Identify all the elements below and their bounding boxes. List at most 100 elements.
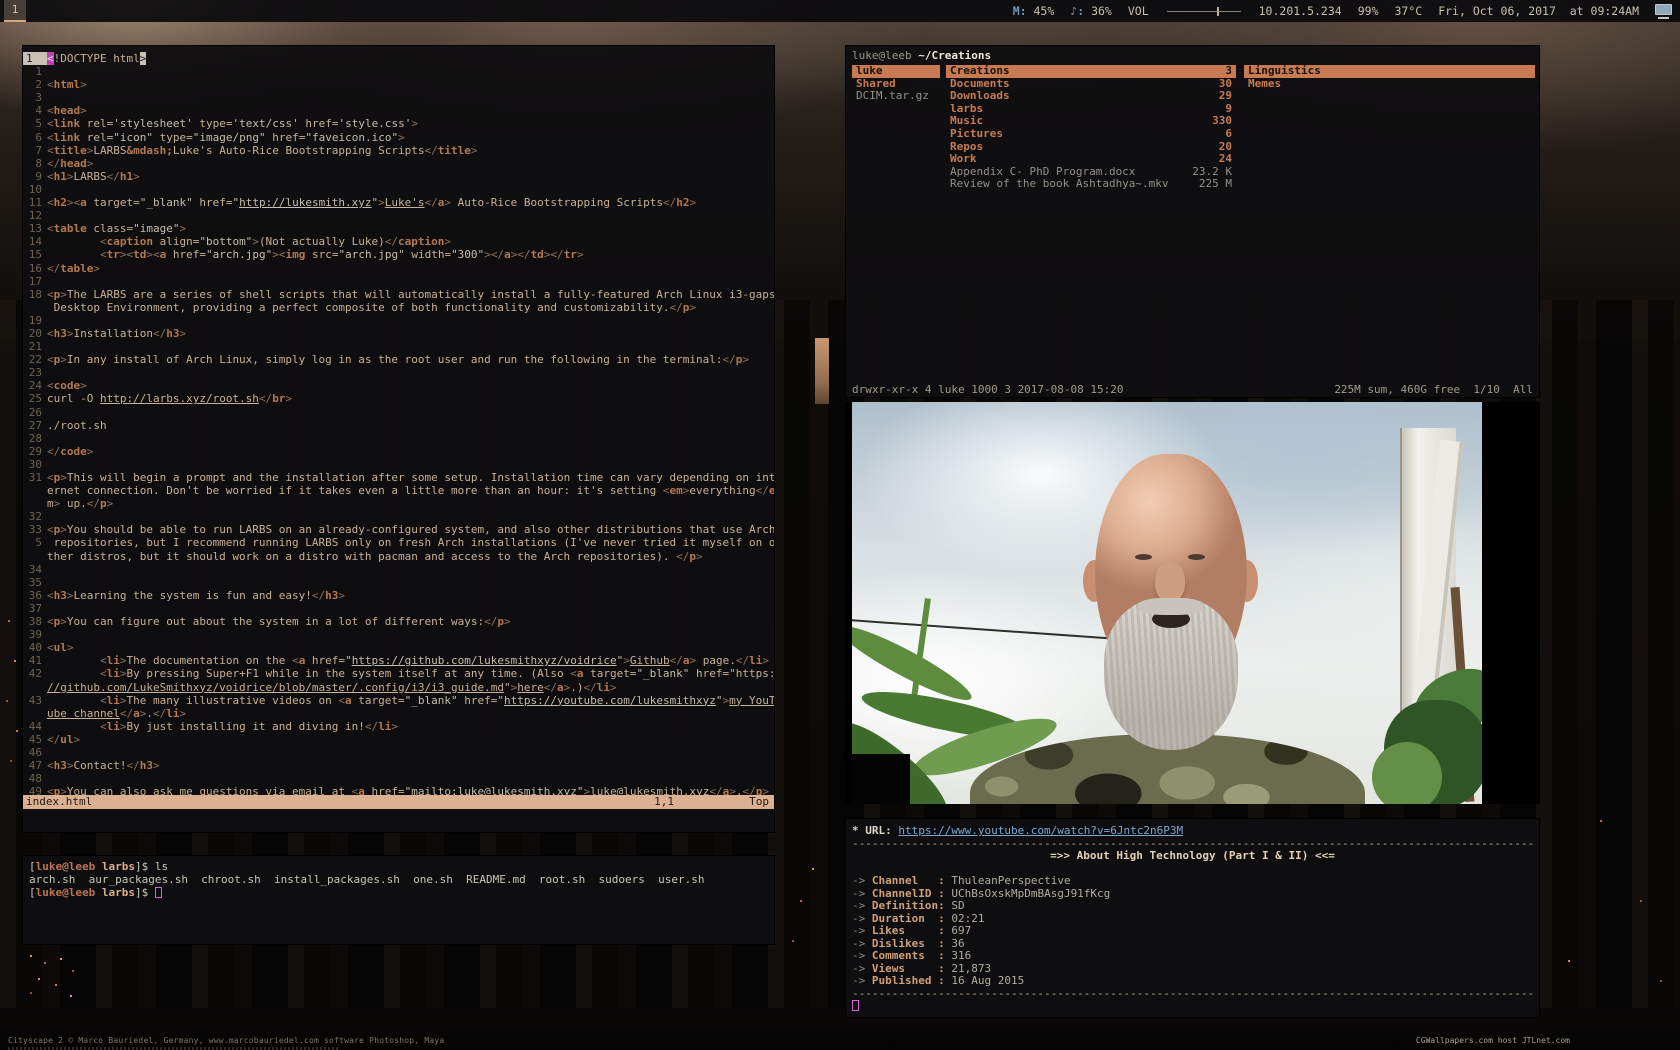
code-line[interactable]: 4<head>: [23, 104, 774, 117]
code-line[interactable]: 46: [23, 746, 774, 759]
code-line[interactable]: 31<p>This will begin a prompt and the in…: [23, 471, 774, 484]
shell-terminal[interactable]: [luke@leeb larbs]$ ls arch.sh aur_packag…: [22, 855, 775, 945]
code-line[interactable]: 9<h1>LARBS</h1>: [23, 170, 774, 183]
code-line[interactable]: ube channel</a>.</li>: [23, 707, 774, 720]
ranger-window[interactable]: luke@leeb ~/Creations lukeSharedDCIM.tar…: [845, 45, 1540, 398]
code-line[interactable]: 45</ul>: [23, 733, 774, 746]
code-line[interactable]: 25curl -O http://larbs.xyz/root.sh</br>: [23, 392, 774, 405]
code-line[interactable]: 23: [23, 366, 774, 379]
code-line[interactable]: 33<p>You should be able to run LARBS on …: [23, 523, 774, 536]
ranger-dir-row[interactable]: Work24: [946, 153, 1236, 166]
code-line[interactable]: 22<p>In any install of Arch Linux, simpl…: [23, 353, 774, 366]
code-line[interactable]: 1<!DOCTYPE html>: [23, 52, 774, 65]
line-number: 25: [23, 392, 47, 405]
entry-name: Work: [950, 153, 1219, 166]
workspace-indicator[interactable]: 1: [4, 0, 26, 22]
code-line[interactable]: 42 <li>By pressing Super+F1 while in the…: [23, 667, 774, 680]
video-url-link[interactable]: https://www.youtube.com/watch?v=6Jntc2n6…: [898, 825, 1183, 837]
ranger-file-row[interactable]: Review of the book Ashtadhya~.mkv225 M: [946, 178, 1236, 191]
code-line[interactable]: 38<p>You can figure out about the system…: [23, 615, 774, 628]
code-line[interactable]: m> up.</p>: [23, 497, 774, 510]
ranger-dir-row[interactable]: Memes: [1244, 78, 1535, 91]
wallpaper-building: [815, 338, 829, 404]
code-line[interactable]: 12: [23, 209, 774, 222]
code-line[interactable]: //github.com/LukeSmithxyz/voidrice/blob/…: [23, 681, 774, 694]
code-line[interactable]: 6<link rel="icon" type="image/png" href=…: [23, 131, 774, 144]
line-number: 41: [23, 654, 47, 667]
ranger-dir-row[interactable]: Creations3: [946, 65, 1236, 78]
ranger-dir-row[interactable]: Pictures6: [946, 128, 1236, 141]
ranger-dir-row[interactable]: Repos20: [946, 141, 1236, 154]
code-line[interactable]: 2<html>: [23, 78, 774, 91]
code-line[interactable]: 8</head>: [23, 157, 774, 170]
code-line[interactable]: 5 repositories, but I recommend running …: [23, 536, 774, 549]
code-text: <h3>Installation</h3>: [47, 327, 186, 340]
volume-slider-knob[interactable]: [1217, 7, 1219, 16]
entry-name: luke: [856, 65, 936, 78]
music-icon: ♪:: [1070, 4, 1084, 18]
code-line[interactable]: 27./root.sh: [23, 419, 774, 432]
entry-count: 30: [1219, 78, 1232, 91]
code-line[interactable]: 3: [23, 91, 774, 104]
line-number: 22: [23, 353, 47, 366]
code-line[interactable]: 17: [23, 275, 774, 288]
ranger-dir-row[interactable]: luke: [852, 65, 940, 78]
code-line[interactable]: 41 <li>The documentation on the <a href=…: [23, 654, 774, 667]
code-line[interactable]: 11<h2><a target="_blank" href="http://lu…: [23, 196, 774, 209]
entry-count: 20: [1219, 141, 1232, 154]
code-line[interactable]: 7<title>LARBS&mdash;Luke's Auto-Rice Boo…: [23, 144, 774, 157]
line-number: 15: [23, 248, 47, 261]
clock: Fri, Oct 06, 2017 at 09:24AM: [1438, 4, 1639, 18]
code-line[interactable]: 20<h3>Installation</h3>: [23, 327, 774, 340]
ranger-dir-row[interactable]: larbs9: [946, 103, 1236, 116]
code-text: <li>The documentation on the <a href="ht…: [47, 654, 769, 667]
code-line[interactable]: 36<h3>Learning the system is fun and eas…: [23, 589, 774, 602]
code-line[interactable]: 39: [23, 628, 774, 641]
code-line[interactable]: 47<h3>Contact!</h3>: [23, 759, 774, 772]
code-line[interactable]: 16</table>: [23, 262, 774, 275]
info-label: Likes :: [872, 925, 945, 937]
shell-prompt-line: [luke@leeb larbs]$ ls: [29, 860, 768, 873]
code-line[interactable]: 26: [23, 406, 774, 419]
code-line[interactable]: 44 <li>By just installing it and diving …: [23, 720, 774, 733]
ranger-parent-column: lukeSharedDCIM.tar.gz: [852, 65, 940, 103]
code-line[interactable]: Desktop Environment, providing a perfect…: [23, 301, 774, 314]
ranger-dir-row[interactable]: Documents30: [946, 78, 1236, 91]
code-line[interactable]: 1: [23, 65, 774, 78]
code-line[interactable]: 43 <li>The many illustrative videos on <…: [23, 694, 774, 707]
ranger-dir-row[interactable]: Linguistics: [1244, 65, 1535, 78]
code-line[interactable]: 19: [23, 314, 774, 327]
ranger-dir-row[interactable]: Shared: [852, 78, 940, 91]
line-number: 33: [23, 523, 47, 536]
code-line[interactable]: 40<ul>: [23, 641, 774, 654]
video-info-terminal[interactable]: * URL: https://www.youtube.com/watch?v=6…: [845, 818, 1540, 1018]
ranger-file-row[interactable]: Appendix C- PhD Program.docx23.2 K: [946, 166, 1236, 179]
code-line[interactable]: 21: [23, 340, 774, 353]
code-line[interactable]: 14 <caption align="bottom">(Not actually…: [23, 235, 774, 248]
video-frame[interactable]: [852, 402, 1482, 804]
code-line[interactable]: 29</code>: [23, 445, 774, 458]
code-line[interactable]: 18<p>The LARBS are a series of shell scr…: [23, 288, 774, 301]
ranger-dir-row[interactable]: Music330: [946, 115, 1236, 128]
mpv-window[interactable]: [845, 402, 1540, 804]
code-line[interactable]: 15 <tr><td><a href="arch.jpg"><img src="…: [23, 248, 774, 261]
code-line[interactable]: 30: [23, 458, 774, 471]
code-line[interactable]: 48: [23, 772, 774, 785]
info-value: 316: [945, 950, 972, 962]
vim-window[interactable]: 1<!DOCTYPE html>12<html>34<head>5<link r…: [22, 45, 775, 833]
code-line[interactable]: ther distros, but it should work on a di…: [23, 550, 774, 563]
code-text: <head>: [47, 104, 87, 117]
code-line[interactable]: ernet connection. Don't be worried if it…: [23, 484, 774, 497]
code-line[interactable]: 28: [23, 432, 774, 445]
code-line[interactable]: 37: [23, 602, 774, 615]
code-line[interactable]: 13<table class="image">: [23, 222, 774, 235]
code-line[interactable]: 24<code>: [23, 379, 774, 392]
ranger-dir-row[interactable]: Downloads29: [946, 90, 1236, 103]
ranger-file-row[interactable]: DCIM.tar.gz: [852, 90, 940, 103]
code-line[interactable]: 34: [23, 563, 774, 576]
code-line[interactable]: 5<link rel='stylesheet' type='text/css' …: [23, 117, 774, 130]
code-line[interactable]: 35: [23, 576, 774, 589]
code-line[interactable]: 10: [23, 183, 774, 196]
code-line[interactable]: 32: [23, 510, 774, 523]
volume-slider[interactable]: [1167, 7, 1241, 16]
